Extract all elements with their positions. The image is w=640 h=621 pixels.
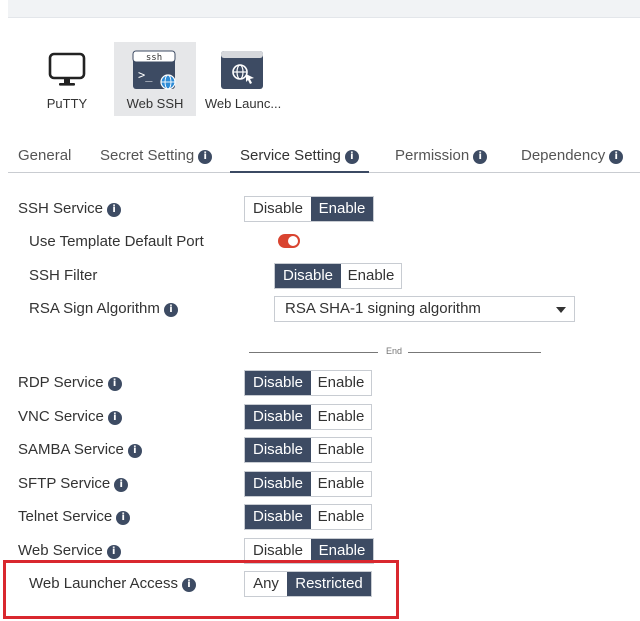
samba-service-label: SAMBA Service i	[18, 438, 142, 462]
tab-label: Secret Setting	[100, 147, 195, 164]
rdp-service-label: RDP Service i	[18, 371, 122, 395]
telnet-service-label: Telnet Service i	[18, 505, 131, 529]
divider-end-text: End	[385, 346, 402, 356]
tab-service-setting[interactable]: Service Setting i	[230, 139, 369, 173]
ssh-filter-toggle: Disable Enable	[274, 263, 402, 289]
info-icon[interactable]: i	[107, 377, 122, 391]
sftp-service-toggle: Disable Enable	[244, 471, 372, 497]
settings-tabs: General Secret Setting i Service Setting i…	[8, 139, 640, 173]
enable-option[interactable]: Enable	[311, 371, 371, 395]
tab-label: Permission	[395, 147, 470, 164]
tab-secret-setting[interactable]: Secret Setting i	[90, 139, 222, 173]
web-launcher-icon	[221, 51, 263, 89]
info-icon[interactable]: i	[127, 444, 142, 458]
ssh-service-label: SSH Service i	[18, 197, 122, 221]
info-icon[interactable]: i	[163, 303, 178, 317]
template-port-label: Use Template Default Port	[29, 233, 204, 250]
app-tile-web-ssh[interactable]: ssh >_ Web SSH	[114, 42, 196, 116]
divider-line	[408, 352, 541, 353]
rdp-service-toggle: Disable Enable	[244, 370, 372, 396]
info-icon[interactable]: i	[344, 150, 359, 164]
info-icon[interactable]: i	[609, 150, 624, 164]
svg-text:>_: >_	[138, 68, 153, 82]
enable-option[interactable]: Enable	[311, 405, 371, 429]
app-tile-putty[interactable]: PuTTY	[26, 42, 108, 116]
tab-label: Service Setting	[240, 147, 341, 164]
select-value: RSA SHA-1 signing algorithm	[285, 300, 481, 317]
app-label: PuTTY	[46, 96, 88, 111]
app-label: Web Launc...	[204, 96, 282, 111]
template-port-switch[interactable]	[278, 234, 300, 248]
disable-option[interactable]: Disable	[245, 472, 311, 496]
rsa-sign-label: RSA Sign Algorithm i	[29, 297, 178, 321]
app-tile-web-launcher[interactable]: Web Launc...	[202, 42, 284, 116]
samba-service-toggle: Disable Enable	[244, 437, 372, 463]
info-icon[interactable]: i	[106, 545, 121, 559]
ssh-icon-text: ssh	[146, 53, 162, 63]
telnet-service-toggle: Disable Enable	[244, 504, 372, 530]
vnc-service-label: VNC Service i	[18, 405, 122, 429]
rsa-algorithm-select[interactable]: RSA SHA-1 signing algorithm	[274, 296, 575, 322]
disable-option[interactable]: Disable	[245, 438, 311, 462]
tab-permission[interactable]: Permission i	[385, 139, 497, 173]
info-icon[interactable]: i	[114, 478, 129, 492]
ssh-service-toggle: Disable Enable	[244, 196, 374, 222]
disable-option[interactable]: Disable	[245, 371, 311, 395]
sftp-service-label: SFTP Service i	[18, 472, 129, 496]
ssh-terminal-icon: ssh >_	[132, 50, 176, 90]
info-icon[interactable]: i	[107, 203, 122, 217]
enable-option[interactable]: Enable	[311, 438, 371, 462]
info-icon[interactable]: i	[473, 150, 488, 164]
enable-option[interactable]: Enable	[311, 472, 371, 496]
chevron-down-icon	[556, 307, 566, 313]
disable-option[interactable]: Disable	[245, 505, 311, 529]
top-bar	[8, 0, 640, 18]
app-label: Web SSH	[126, 96, 184, 111]
tab-label: Dependency	[521, 147, 606, 164]
divider-line	[249, 352, 378, 353]
enable-option[interactable]: Enable	[311, 197, 373, 221]
tab-dependency[interactable]: Dependency i	[511, 139, 633, 173]
info-icon[interactable]: i	[198, 150, 213, 164]
enable-option[interactable]: Enable	[311, 505, 371, 529]
monitor-icon	[48, 52, 86, 86]
tab-general[interactable]: General	[8, 139, 81, 173]
highlight-box	[3, 560, 399, 619]
disable-option[interactable]: Disable	[245, 405, 311, 429]
disable-option[interactable]: Disable	[245, 197, 311, 221]
disable-option[interactable]: Disable	[275, 264, 341, 288]
ssh-filter-label: SSH Filter	[29, 267, 98, 284]
tab-label: General	[18, 147, 72, 164]
info-icon[interactable]: i	[107, 411, 122, 425]
enable-option[interactable]: Enable	[341, 264, 401, 288]
info-icon[interactable]: i	[116, 511, 131, 525]
vnc-service-toggle: Disable Enable	[244, 404, 372, 430]
